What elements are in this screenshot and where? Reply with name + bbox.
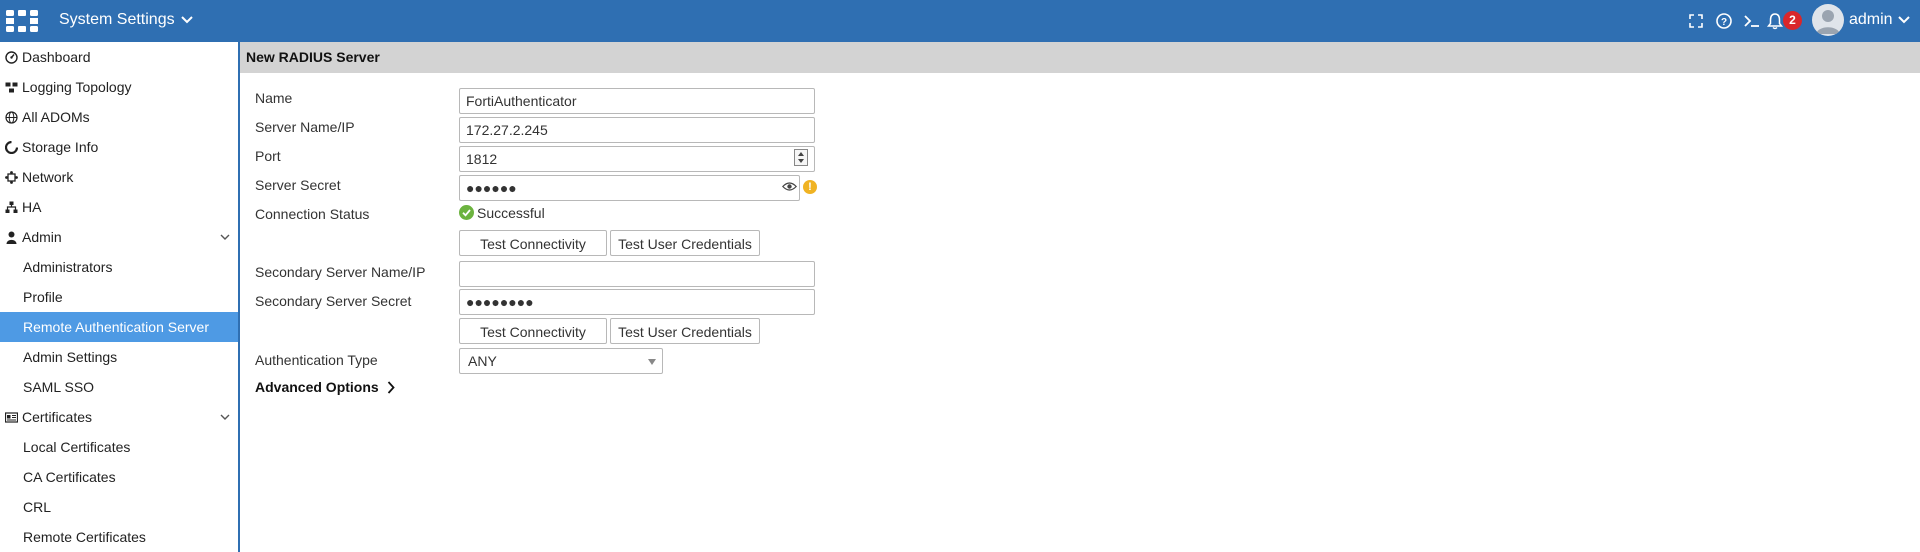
chevron-down-icon	[220, 414, 230, 420]
sidebar-item-admin-settings[interactable]: Admin Settings	[0, 342, 238, 372]
chevron-right-icon	[387, 380, 395, 394]
port-label: Port	[255, 148, 281, 164]
user-icon	[6, 231, 17, 244]
connection-status-value: Successful	[477, 205, 545, 221]
sidebar-item-crl[interactable]: CRL	[0, 492, 238, 522]
ha-icon	[5, 201, 18, 213]
sidebar-item-label: All ADOMs	[22, 109, 90, 125]
sidebar-item-label: Remote Authentication Server	[23, 319, 209, 335]
fortinet-logo-icon[interactable]	[6, 10, 38, 32]
sidebar-item-ca-certificates[interactable]: CA Certificates	[0, 462, 238, 492]
port-stepper[interactable]	[794, 149, 808, 166]
sidebar-item-label: Remote Certificates	[23, 529, 146, 545]
sidebar-item-all-adoms[interactable]: All ADOMs	[0, 102, 238, 132]
authentication-type-select[interactable]: ANY	[459, 348, 663, 374]
sidebar-item-label: Admin	[22, 229, 62, 245]
sidebar-item-label: Administrators	[23, 259, 113, 275]
chevron-down-icon	[1897, 16, 1910, 24]
sidebar-item-remote-certificates[interactable]: Remote Certificates	[0, 522, 238, 552]
page-title: New RADIUS Server	[246, 49, 380, 65]
secondary-secret-label: Secondary Server Secret	[255, 293, 412, 309]
caret-down-icon	[648, 359, 656, 365]
test-connectivity-button[interactable]: Test Connectivity	[459, 230, 607, 256]
sidebar-item-certificates[interactable]: Certificates	[0, 402, 238, 432]
sidebar-item-admin[interactable]: Admin	[0, 222, 238, 252]
sidebar-item-label: Storage Info	[22, 139, 99, 155]
sidebar-item-label: SAML SSO	[23, 379, 95, 395]
sidebar-item-local-certificates[interactable]: Local Certificates	[0, 432, 238, 462]
secret-label: Server Secret	[255, 177, 341, 193]
secondary-test-connectivity-button[interactable]: Test Connectivity	[459, 318, 607, 344]
server-ip-input[interactable]	[459, 117, 815, 143]
secondary-secret-input[interactable]	[459, 289, 815, 315]
sidebar-item-label: CA Certificates	[23, 469, 116, 485]
dashboard-icon	[5, 51, 18, 64]
stepper-arrows-icon	[798, 152, 804, 163]
user-name: admin	[1849, 11, 1893, 28]
sidebar-item-label: CRL	[23, 499, 52, 515]
sidebar-item-label: Logging Topology	[22, 79, 132, 95]
certificate-icon	[5, 412, 18, 423]
name-label: Name	[255, 90, 293, 106]
top-bar: System Settings ? 2 admin	[0, 0, 1920, 42]
sidebar-item-label: Certificates	[22, 409, 93, 425]
sidebar-item-label: Local Certificates	[23, 439, 131, 455]
secondary-test-user-credentials-button[interactable]: Test User Credentials	[610, 318, 760, 344]
sidebar-item-ha[interactable]: HA	[0, 192, 238, 222]
authentication-type-value: ANY	[468, 353, 497, 369]
authentication-type-label: Authentication Type	[255, 352, 378, 368]
advanced-options-toggle[interactable]: Advanced Options	[255, 379, 395, 395]
name-input[interactable]	[459, 88, 815, 114]
storage-icon	[5, 141, 18, 154]
fullscreen-icon[interactable]	[1687, 12, 1705, 30]
port-input[interactable]	[459, 146, 815, 172]
sidebar-item-label: Admin Settings	[23, 349, 118, 365]
cli-console-icon[interactable]	[1743, 12, 1761, 30]
sidebar-item-storage-info[interactable]: Storage Info	[0, 132, 238, 162]
server-secret-input[interactable]	[459, 175, 800, 201]
chevron-down-icon	[220, 234, 230, 240]
sidebar-item-saml-sso[interactable]: SAML SSO	[0, 372, 238, 402]
help-icon[interactable]: ?	[1715, 12, 1733, 30]
show-password-eye-icon[interactable]	[782, 181, 797, 192]
notification-bell-icon[interactable]	[1766, 12, 1784, 30]
sidebar-item-label: Dashboard	[22, 49, 91, 65]
sidebar-item-remote-authentication-server[interactable]: Remote Authentication Server	[0, 312, 238, 342]
notification-count-badge[interactable]: 2	[1783, 11, 1802, 30]
sidebar: Dashboard Logging Topology All ADOMs Sto…	[0, 42, 240, 552]
sidebar-item-label: HA	[22, 199, 42, 215]
user-avatar[interactable]	[1812, 4, 1844, 36]
user-menu[interactable]: admin	[1849, 11, 1910, 29]
sidebar-item-profile[interactable]: Profile	[0, 282, 238, 312]
app-title-dropdown[interactable]: System Settings	[59, 11, 193, 29]
connection-status-label: Connection Status	[255, 206, 370, 222]
sidebar-item-label: Profile	[23, 289, 63, 305]
sidebar-item-network[interactable]: Network	[0, 162, 238, 192]
secondary-server-ip-input[interactable]	[459, 261, 815, 287]
sidebar-item-logging-topology[interactable]: Logging Topology	[0, 72, 238, 102]
page-header: New RADIUS Server	[240, 42, 1920, 73]
avatar-person-icon	[1816, 10, 1840, 34]
warning-icon[interactable]: !	[803, 180, 817, 194]
advanced-options-label: Advanced Options	[255, 379, 379, 395]
sidebar-item-administrators[interactable]: Administrators	[0, 252, 238, 282]
secondary-server-label: Secondary Server Name/IP	[255, 264, 426, 280]
chevron-down-icon	[180, 16, 193, 24]
success-check-icon	[459, 205, 474, 220]
test-user-credentials-button[interactable]: Test User Credentials	[610, 230, 760, 256]
topology-icon	[5, 82, 18, 93]
sidebar-item-label: Network	[22, 169, 74, 185]
network-icon	[5, 171, 18, 184]
app-title: System Settings	[59, 11, 175, 28]
svg-text:?: ?	[1721, 17, 1727, 28]
server-label: Server Name/IP	[255, 119, 355, 135]
sidebar-item-dashboard[interactable]: Dashboard	[0, 42, 238, 72]
globe-icon	[5, 111, 18, 124]
